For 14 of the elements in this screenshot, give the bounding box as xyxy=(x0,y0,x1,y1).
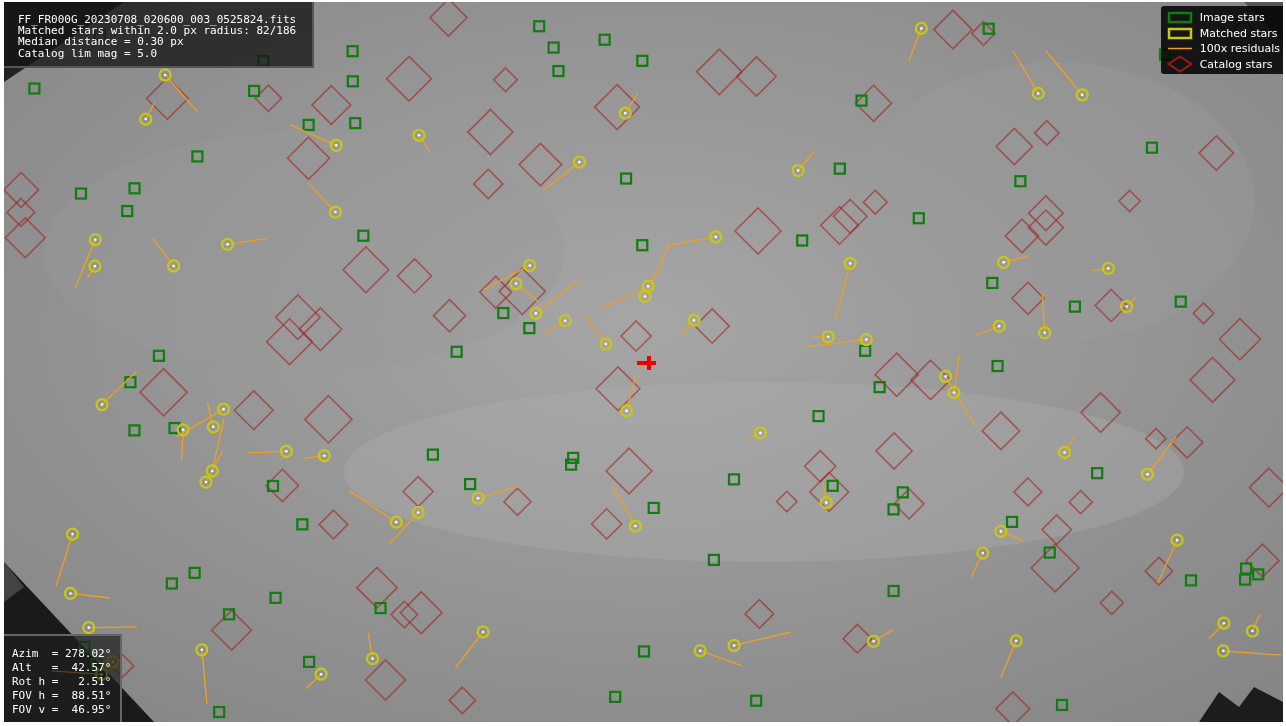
legend-label: Image stars xyxy=(1199,11,1265,25)
info-text: Matched stars within 2.0 px radius: 82/186 xyxy=(18,25,297,37)
legend-label: Catalog stars xyxy=(1199,57,1273,71)
pointing-text: FOV h = 88.51° xyxy=(12,689,112,703)
info-text: Median distance = 0.30 px xyxy=(18,36,184,48)
pointing-text: Rot h = 2.51° xyxy=(12,675,112,689)
info-text: Catalog lim mag = 5.0 xyxy=(18,47,159,59)
pointing-text: Alt = 42.57° xyxy=(12,661,112,675)
info-text: FF_FR000G_20230708_020600_003_0525824.fits xyxy=(18,14,297,26)
crosshair-icon xyxy=(637,356,656,370)
legend-label: 100x residuals xyxy=(1199,42,1280,56)
pointing-text: FOV v = 46.95° xyxy=(12,703,112,717)
pointing-text: Azim = 278.02° xyxy=(12,647,112,661)
legend-label: Matched stars xyxy=(1199,26,1278,40)
